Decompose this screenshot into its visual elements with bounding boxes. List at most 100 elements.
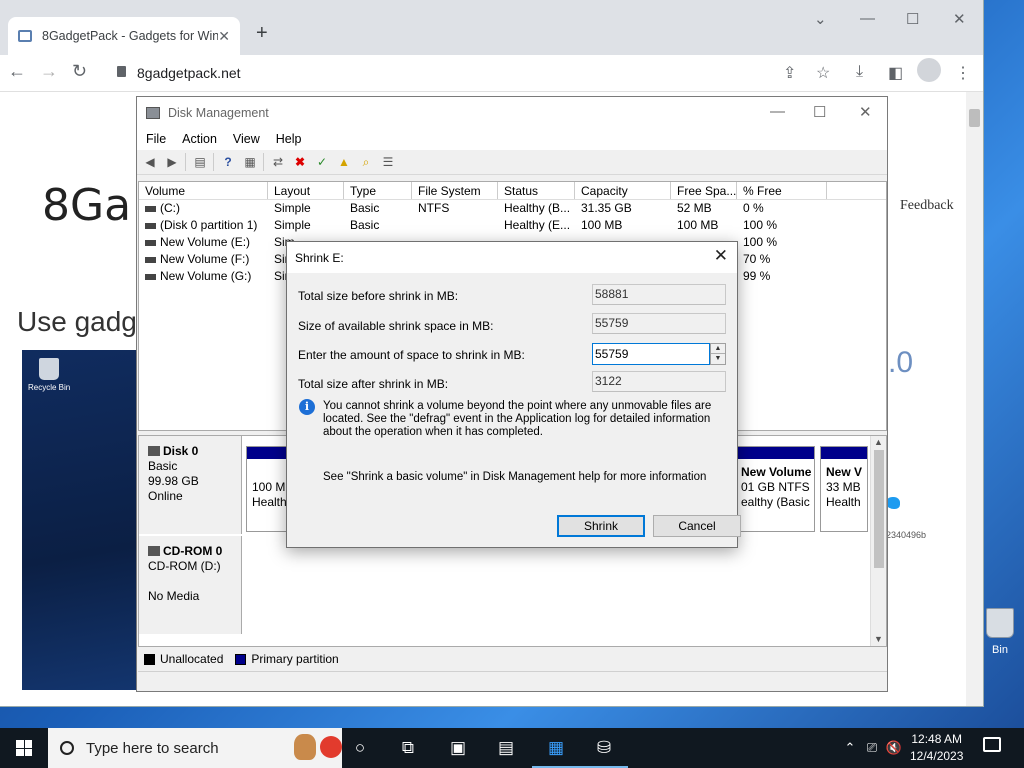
scroll-thumb[interactable]	[874, 450, 884, 568]
network-icon[interactable]: ⎚	[860, 736, 884, 760]
search-icon	[60, 741, 74, 755]
feedback-link[interactable]: Feedback	[900, 198, 954, 214]
dm-minimize-button[interactable]: —	[770, 103, 785, 120]
table-cell: 99 %	[737, 268, 827, 285]
disk0-label[interactable]: Disk 0 Basic 99.98 GB Online	[139, 436, 242, 534]
shrink-amount-stepper[interactable]: ▲ ▼	[710, 343, 726, 365]
col-layout[interactable]: Layout	[268, 182, 344, 199]
col-percent-free[interactable]: % Free	[737, 182, 827, 199]
partition-new-volume[interactable]: New Volume 01 GB NTFS ealthy (Basic	[735, 446, 815, 532]
new-tab-button[interactable]: +	[256, 22, 268, 45]
notification-icon[interactable]	[983, 737, 1001, 752]
close-button[interactable]: ✕	[953, 10, 966, 28]
disk-pane-scrollbar[interactable]: ▲ ▼	[870, 436, 886, 646]
scroll-thumb[interactable]	[969, 109, 980, 127]
cancel-button[interactable]: Cancel	[653, 515, 741, 537]
start-button[interactable]	[0, 728, 48, 768]
partition-status: Health	[826, 495, 861, 509]
table-row[interactable]: (C:) Simple Basic NTFS Healthy (B... 31.35 GB…	[139, 200, 886, 217]
menu-icon[interactable]: ⋮	[955, 63, 971, 83]
cdrom-icon	[148, 546, 160, 556]
page-scrollbar[interactable]	[966, 92, 983, 706]
minimize-button[interactable]: —	[860, 10, 875, 27]
lock-icon[interactable]	[117, 66, 126, 77]
cell-text: 100 %	[743, 235, 778, 249]
scroll-up-icon[interactable]: ▲	[874, 437, 883, 447]
stepper-up-icon[interactable]: ▲	[711, 344, 725, 354]
sidepanel-icon[interactable]: ◧	[888, 63, 903, 83]
scroll-down-icon[interactable]: ▼	[874, 634, 883, 644]
menu-file[interactable]: File	[146, 132, 166, 146]
folder-up-icon[interactable]: ▲	[335, 153, 353, 171]
drive-icon	[145, 273, 156, 280]
cdrom-label[interactable]: CD-ROM 0 CD-ROM (D:) No Media	[139, 536, 242, 634]
stepper-down-icon[interactable]: ▼	[711, 354, 725, 364]
download-icon[interactable]: ⤓	[856, 63, 863, 81]
cell-text: 0 %	[743, 201, 764, 215]
taskbar-search[interactable]: Type here to search	[48, 728, 342, 768]
search-folder-icon[interactable]: ⌕	[357, 153, 375, 171]
calendar-app-icon[interactable]: ▦	[544, 736, 568, 760]
col-capacity[interactable]: Capacity	[575, 182, 671, 199]
properties-icon[interactable]: ▦	[241, 153, 259, 171]
delete-icon[interactable]: ✖	[291, 153, 309, 171]
desktop-recycle-bin[interactable]: Bin	[980, 608, 1020, 668]
show-hide-console-icon[interactable]: ▤	[191, 153, 209, 171]
dm-title-bar: Disk Management — ☐ ✕	[137, 97, 887, 128]
task-view-icon[interactable]: ⧉	[396, 736, 420, 760]
forward-icon[interactable]: →	[40, 61, 58, 82]
system-clock[interactable]: 12:48 AM 12/4/2023	[910, 731, 963, 765]
partition-status: Healthy	[252, 495, 289, 509]
disk-management-taskbar-icon[interactable]: ⛁	[592, 736, 616, 760]
cdrom-drive: CD-ROM (D:)	[148, 559, 221, 573]
partition-new-volume-g[interactable]: New V 33 MB Health	[820, 446, 868, 532]
legend-primary: Primary partition	[251, 652, 339, 666]
partition-bar	[821, 447, 867, 459]
dialog-close-button[interactable]: ✕	[714, 246, 728, 266]
dialog-title-bar: Shrink E: ✕	[287, 242, 737, 273]
disk-management-icon	[146, 106, 160, 119]
address-bar[interactable]: 8gadgetpack.net	[137, 65, 241, 81]
share-icon[interactable]: ⇪	[783, 63, 796, 83]
menu-action[interactable]: Action	[182, 132, 217, 146]
tray-chevron-icon[interactable]: ⌃	[838, 736, 862, 760]
col-type[interactable]: Type	[344, 182, 412, 199]
back-arrow-icon[interactable]: ◀	[141, 153, 159, 171]
table-cell	[412, 217, 498, 234]
checkmark-icon[interactable]: ✓	[313, 153, 331, 171]
forward-arrow-icon[interactable]: ▶	[163, 153, 181, 171]
tab-8gadgetpack[interactable]: 8GadgetPack - Gadgets for Win ✕	[8, 17, 240, 55]
table-cell: 100 %	[737, 217, 827, 234]
dm-maximize-button[interactable]: ☐	[813, 103, 826, 121]
shrink-amount-input[interactable]	[592, 343, 710, 365]
col-status[interactable]: Status	[498, 182, 575, 199]
menu-help[interactable]: Help	[276, 132, 302, 146]
col-volume[interactable]: Volume	[139, 182, 268, 199]
shrink-button[interactable]: Shrink	[557, 515, 645, 537]
twitter-icon[interactable]	[886, 497, 900, 509]
cortana-icon[interactable]: ○	[348, 736, 372, 760]
profile-icon[interactable]	[917, 58, 941, 82]
volume-muted-icon[interactable]: 🔇	[882, 736, 906, 760]
reload-icon[interactable]: ↻	[72, 61, 87, 82]
col-filesystem[interactable]: File System	[412, 182, 498, 199]
tab-close-icon[interactable]: ✕	[218, 28, 230, 45]
menu-view[interactable]: View	[233, 132, 260, 146]
partition-system[interactable]: 100 MB Healthy	[246, 446, 290, 532]
back-icon[interactable]: ←	[8, 61, 26, 82]
maximize-button[interactable]: ☐	[906, 10, 919, 28]
tab-search-chevron-icon[interactable]: ⌄	[814, 10, 827, 28]
star-icon[interactable]: ☆	[816, 63, 830, 83]
col-free-space[interactable]: Free Spa...	[671, 182, 737, 199]
help-text[interactable]: See "Shrink a basic volume" in Disk Mana…	[323, 471, 706, 483]
connect-drive-icon[interactable]: ⇄	[269, 153, 287, 171]
list-view-icon[interactable]: ☰	[379, 153, 397, 171]
table-row[interactable]: (Disk 0 partition 1) Simple Basic Healthy (…	[139, 217, 886, 234]
app-icon-2[interactable]: ▤	[494, 736, 518, 760]
help-icon[interactable]: ?	[219, 153, 237, 171]
app-icon-1[interactable]: ▣	[446, 736, 470, 760]
table-cell: Simple	[268, 217, 344, 234]
recycle-bin-label: Recycle Bin	[28, 383, 71, 392]
disk0-name: Disk 0	[163, 444, 199, 458]
dm-close-button[interactable]: ✕	[859, 103, 872, 121]
